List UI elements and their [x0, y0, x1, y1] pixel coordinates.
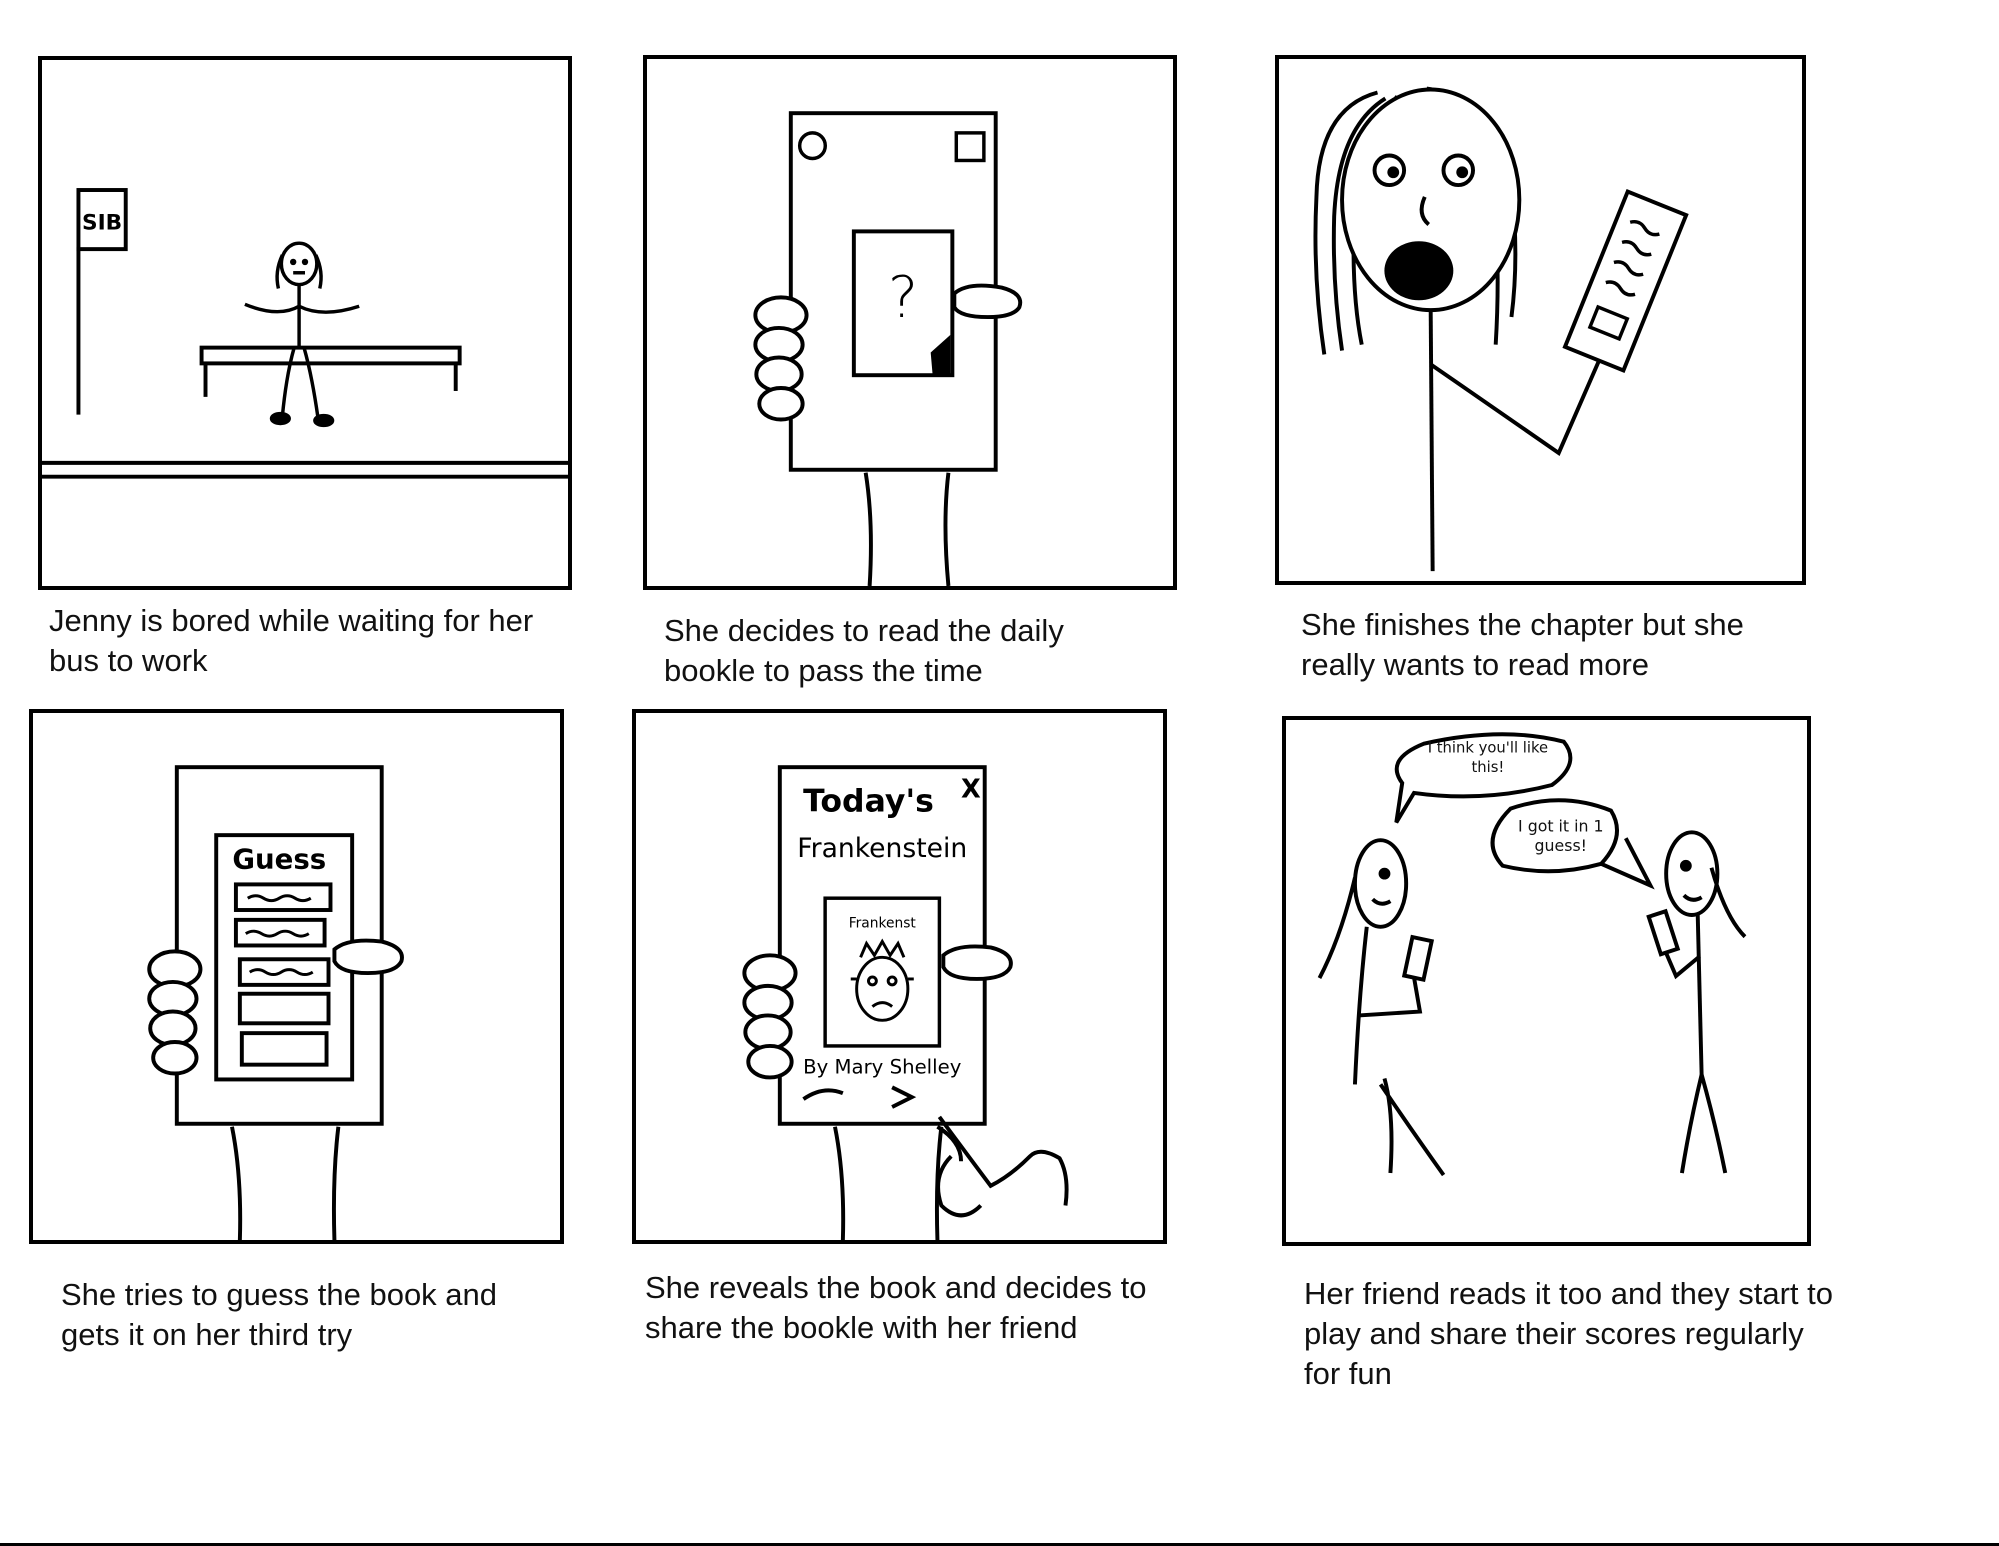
panel-3-drawing	[1313, 86, 1689, 572]
panel-3-caption: She finishes the chapter but she really …	[1301, 607, 1744, 682]
question-mark: ?	[888, 265, 918, 331]
arm	[833, 1126, 944, 1240]
close-icon[interactable]: X	[961, 775, 981, 805]
panel-2-phone: ?	[643, 55, 1177, 590]
speech-bubble-left-text: I think you'll like this!	[1427, 738, 1549, 777]
guess-slots	[233, 882, 333, 1067]
jenny-stick-figure	[244, 241, 360, 428]
panel-5-caption: She reveals the book and decides to shar…	[645, 1270, 1147, 1345]
pointing-hand	[936, 1115, 1069, 1218]
phone-reading	[1562, 188, 1689, 373]
arm	[1429, 343, 1608, 456]
panel-4-drawing: Guess	[147, 765, 404, 1240]
panel-2-caption: She decides to read the daily bookle to …	[664, 613, 1064, 688]
panel-4-caption: She tries to guess the book and gets it …	[61, 1277, 498, 1352]
open-mouth	[1384, 241, 1454, 301]
panel-4-guess: Guess	[29, 709, 564, 1244]
guess-slot-5	[239, 1031, 329, 1067]
author-line: By Mary Shelley	[803, 1056, 962, 1079]
panel-1-caption: Jenny is bored while waiting for her bus…	[49, 603, 534, 678]
speech-bubble-right-text: I got it in 1 guess!	[1518, 816, 1604, 855]
panel-2-drawing: ?	[753, 111, 1023, 586]
jenny-figure	[1317, 838, 1446, 1177]
panel-5-reveal: Today's X Frankenstein Frankenst By Mary…	[632, 709, 1167, 1244]
thumb	[941, 944, 1013, 981]
book-title: Frankenstein	[797, 833, 967, 864]
panel-1-bus-stop: SIB	[38, 56, 572, 590]
panel-3-surprised	[1275, 55, 1806, 585]
friend-figure	[1646, 830, 1747, 1174]
panel-6-friends: I think you'll like this! I got it in 1 …	[1282, 716, 1811, 1246]
thumb	[332, 938, 404, 976]
bus-stop-sign-text: SIB	[82, 210, 122, 235]
todays-title: Today's	[803, 784, 934, 820]
panel-6-caption: Her friend reads it too and they start t…	[1304, 1276, 1833, 1391]
guess-title: Guess	[232, 843, 326, 876]
arm	[863, 472, 951, 586]
arm	[230, 1126, 341, 1240]
thumb	[952, 283, 1023, 320]
panel-1-drawing: SIB	[42, 188, 568, 479]
bench	[199, 345, 462, 366]
panel-5-drawing: Today's X Frankenstein Frankenst By Mary…	[742, 765, 1069, 1240]
panel-6-drawing: I think you'll like this! I got it in 1 …	[1317, 732, 1747, 1177]
guess-slot-4	[237, 991, 331, 1026]
cover-label: Frankenst	[849, 916, 917, 932]
